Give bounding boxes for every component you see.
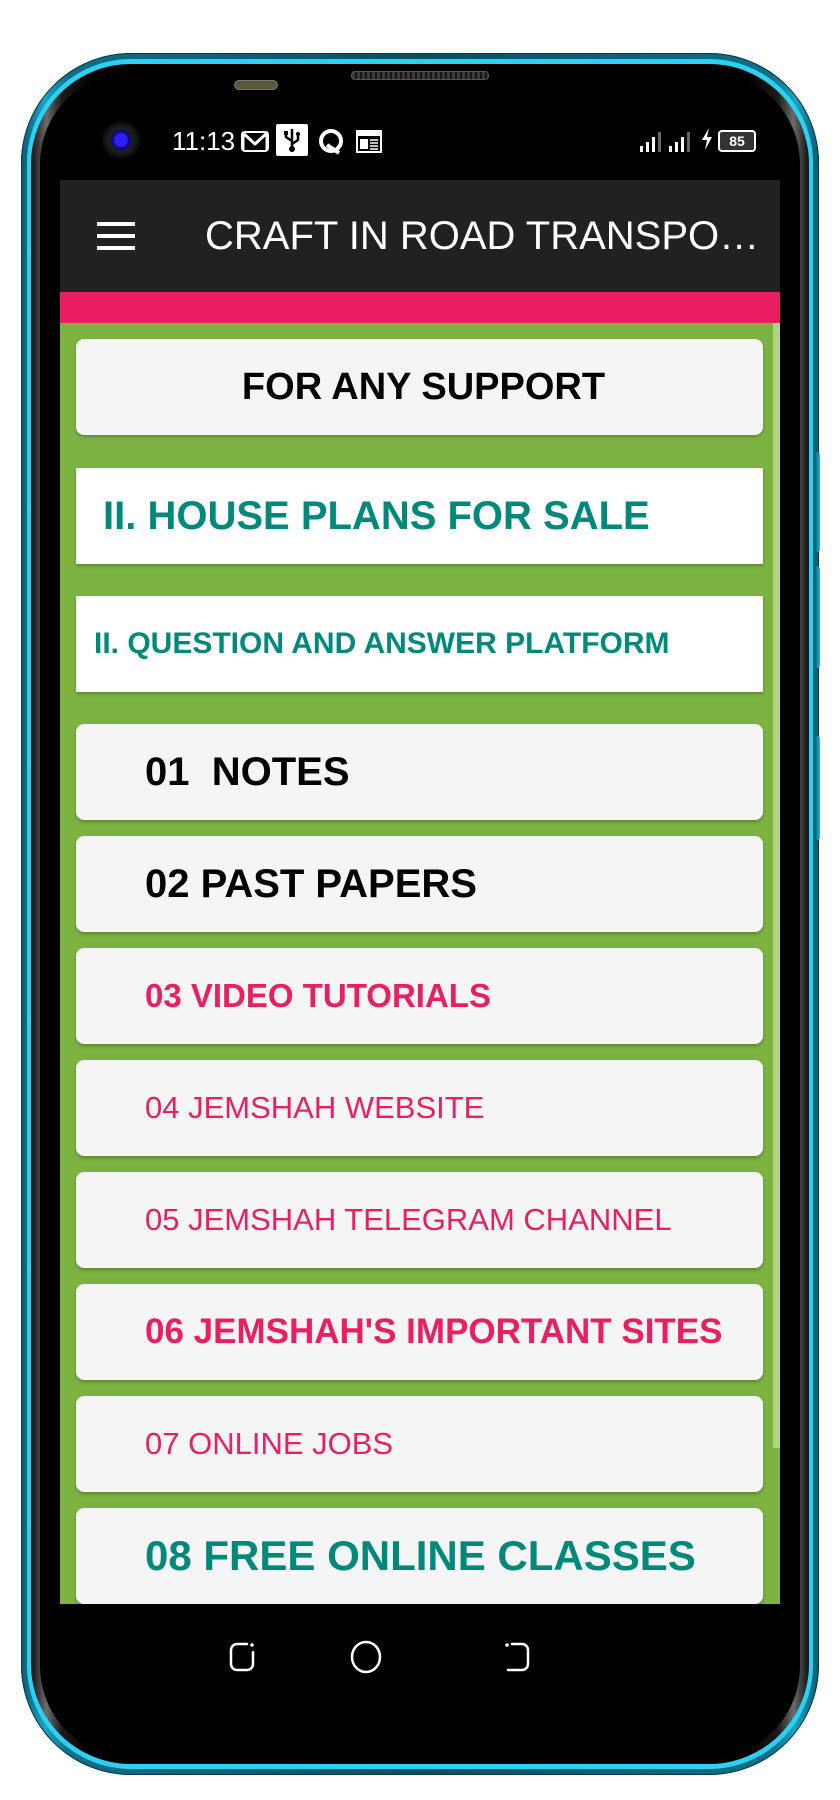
video-tutorials-label: 03 VIDEO TUTORIALS: [145, 977, 491, 1014]
telegram-channel-button[interactable]: 05 JEMSHAH TELEGRAM CHANNEL: [76, 1172, 763, 1268]
qa-platform-button[interactable]: II. QUESTION AND ANSWER PLATFORM: [76, 596, 763, 692]
battery-indicator: 85: [718, 130, 756, 152]
past-papers-button[interactable]: 02 PAST PAPERS: [76, 836, 763, 932]
volume-down-button: [814, 566, 820, 668]
accent-divider: [60, 292, 780, 323]
home-icon[interactable]: [346, 1636, 386, 1676]
calendar-icon: [354, 128, 384, 154]
usb-icon: [276, 124, 308, 156]
important-sites-label: 06 JEMSHAH'S IMPORTANT SITES: [145, 1312, 723, 1351]
app-toolbar: CRAFT IN ROAD TRANSPORT...: [60, 180, 780, 292]
scrollbar[interactable]: [773, 323, 780, 1448]
volume-up-button: [814, 452, 820, 552]
app-title: CRAFT IN ROAD TRANSPORT...: [205, 214, 770, 258]
support-label: FOR ANY SUPPORT: [241, 365, 606, 408]
gmail-icon: [240, 128, 270, 154]
house-plans-button[interactable]: II. HOUSE PLANS FOR SALE: [76, 468, 763, 564]
qa-platform-label: II. QUESTION AND ANSWER PLATFORM: [94, 627, 670, 660]
menu-list[interactable]: FOR ANY SUPPORT II. HOUSE PLANS FOR SALE…: [60, 323, 780, 1604]
hamburger-menu-icon[interactable]: [97, 222, 135, 250]
past-papers-label: 02 PAST PAPERS: [145, 861, 477, 906]
status-time: 11:13: [172, 126, 236, 156]
signal-sim2-icon: [669, 130, 690, 152]
back-icon[interactable]: [498, 1636, 538, 1676]
online-jobs-label: 07 ONLINE JOBS: [145, 1426, 394, 1461]
charging-bolt-icon: [700, 126, 714, 152]
front-camera: [102, 121, 140, 159]
notes-label: 01 NOTES: [145, 749, 350, 794]
signal-sim1-icon: [640, 130, 661, 152]
online-jobs-button[interactable]: 07 ONLINE JOBS: [76, 1396, 763, 1492]
house-plans-label: II. HOUSE PLANS FOR SALE: [103, 493, 650, 538]
recent-apps-icon[interactable]: [223, 1636, 263, 1676]
telegram-channel-label: 05 JEMSHAH TELEGRAM CHANNEL: [145, 1202, 672, 1237]
support-button[interactable]: FOR ANY SUPPORT: [76, 339, 763, 435]
jemshah-website-button[interactable]: 04 JEMSHAH WEBSITE: [76, 1060, 763, 1156]
jemshah-website-label: 04 JEMSHAH WEBSITE: [145, 1090, 485, 1125]
video-tutorials-button[interactable]: 03 VIDEO TUTORIALS: [76, 948, 763, 1044]
power-button: [814, 736, 820, 840]
quick-app-icon: [316, 128, 346, 155]
proximity-sensor: [234, 80, 278, 90]
status-bar: 11:13 85: [60, 100, 780, 180]
earpiece-speaker: [351, 71, 489, 80]
phone-screen: 11:13 85 CRAFT IN ROAD TRANSPORT... FOR …: [60, 100, 780, 1720]
system-nav-bar: [60, 1604, 780, 1720]
free-online-classes-label: 08 FREE ONLINE CLASSES: [145, 1532, 696, 1579]
notes-button[interactable]: 01 NOTES: [76, 724, 763, 820]
free-online-classes-button[interactable]: 08 FREE ONLINE CLASSES: [76, 1508, 763, 1604]
important-sites-button[interactable]: 06 JEMSHAH'S IMPORTANT SITES: [76, 1284, 763, 1380]
